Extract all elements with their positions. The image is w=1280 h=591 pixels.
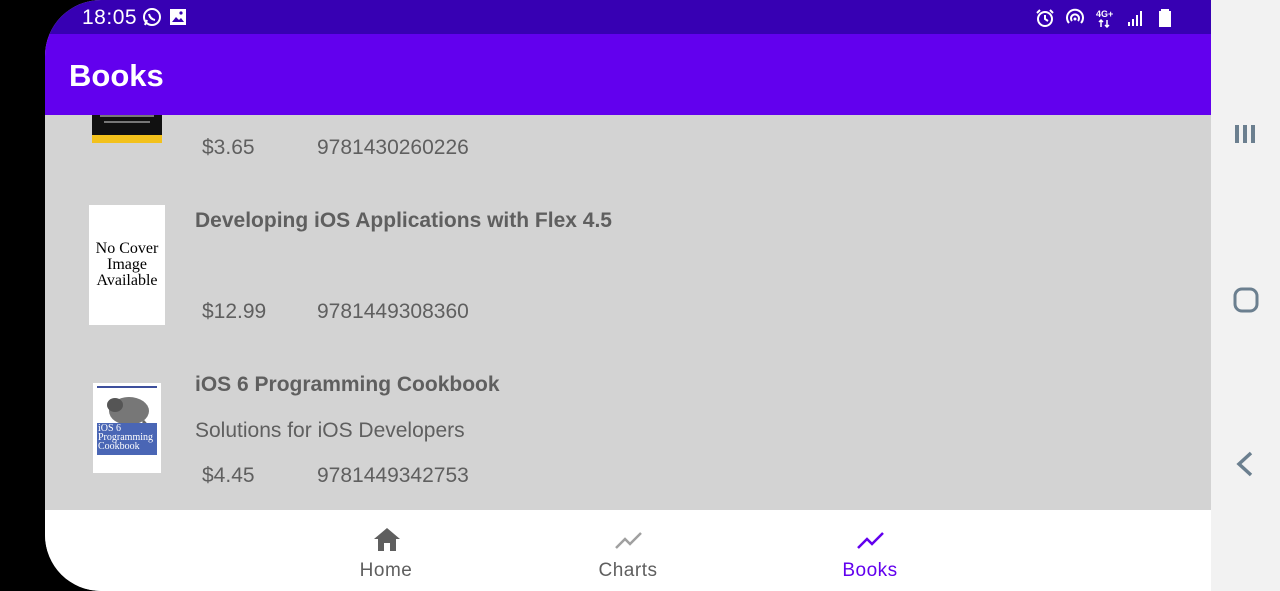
status-bar: 18:05 4G+: [45, 0, 1211, 34]
phone-screen: 18:05 4G+ Books $3.65 9781430260226 No C…: [45, 0, 1211, 591]
book-price: $4.45: [202, 464, 255, 487]
page-title: Books: [69, 58, 164, 93]
trending-up-icon: [857, 532, 884, 549]
nav-home-label: Home: [359, 560, 413, 581]
nav-home[interactable]: Home: [316, 510, 456, 591]
books-list[interactable]: $3.65 9781430260226 No Cover Image Avail…: [45, 115, 1211, 510]
system-side-panel: [1211, 0, 1280, 591]
book-cover: [92, 115, 162, 143]
list-item[interactable]: No Cover Image Available Developing iOS …: [45, 195, 1211, 345]
bottom-navigation: Home Charts Books: [45, 510, 1211, 591]
trending-up-icon: [615, 532, 642, 549]
cover-title: iOS 6 Programming Cookbook: [98, 423, 153, 452]
book-isbn: 9781449308360: [317, 300, 469, 323]
list-item[interactable]: iOS 6 Programming Cookbook iOS 6 Program…: [45, 360, 1211, 510]
home-circle-icon[interactable]: [1231, 285, 1261, 315]
status-right-icons: 4G+: [1035, 8, 1175, 28]
svg-text:4G+: 4G+: [1096, 9, 1113, 19]
book-title: Developing iOS Applications with Flex 4.…: [195, 209, 612, 232]
back-icon[interactable]: [1231, 449, 1261, 479]
book-cover: iOS 6 Programming Cookbook: [93, 383, 161, 473]
status-left-icons: [142, 7, 188, 27]
nav-charts-label: Charts: [598, 560, 658, 581]
no-cover-label: No Cover Image Available: [95, 240, 159, 289]
book-price: $12.99: [202, 300, 267, 323]
book-subtitle: Solutions for iOS Developers: [195, 419, 465, 442]
home-icon: [374, 528, 400, 551]
book-title: iOS 6 Programming Cookbook: [195, 373, 500, 396]
nav-charts[interactable]: Charts: [558, 510, 698, 591]
book-isbn: 9781430260226: [317, 136, 469, 159]
recent-apps-icon[interactable]: [1231, 119, 1261, 149]
nav-books-label: Books: [842, 560, 898, 581]
book-isbn: 9781449342753: [317, 464, 469, 487]
whatsapp-icon: [143, 8, 161, 26]
hotspot-icon: [1066, 8, 1084, 24]
network-4g-icon: 4G+: [1096, 9, 1113, 28]
book-cover: No Cover Image Available: [89, 205, 165, 325]
nav-books[interactable]: Books: [800, 510, 940, 591]
battery-icon: [1159, 9, 1171, 27]
app-bar: Books: [45, 34, 1211, 115]
alarm-icon: [1036, 9, 1054, 27]
list-item[interactable]: $3.65 9781430260226: [45, 115, 1211, 175]
book-price: $3.65: [202, 136, 255, 159]
status-time: 18:05: [82, 6, 138, 29]
signal-icon: [1128, 11, 1142, 26]
image-icon: [170, 9, 186, 25]
